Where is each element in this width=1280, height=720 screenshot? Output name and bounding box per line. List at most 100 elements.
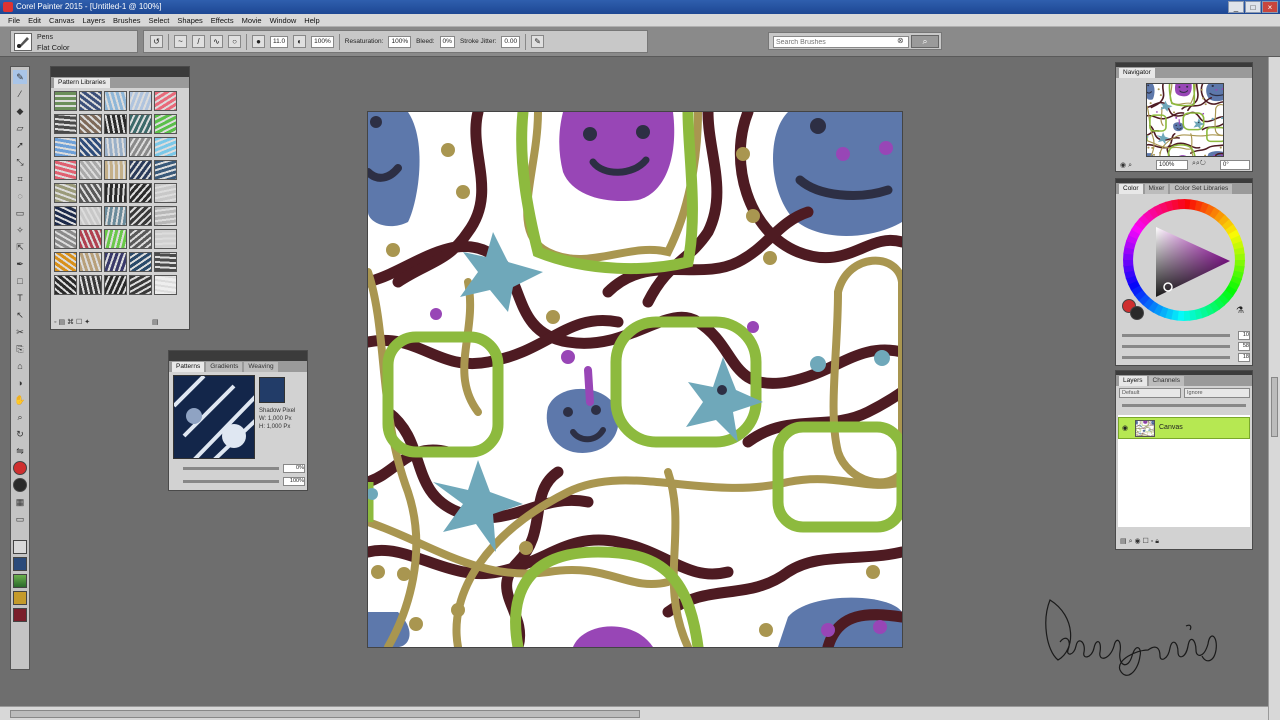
tab-mixer[interactable]: Mixer	[1144, 184, 1169, 194]
pattern-swatch[interactable]	[129, 275, 152, 295]
horizontal-scroll-thumb[interactable]	[10, 710, 640, 718]
hue-slider[interactable]	[1122, 334, 1230, 337]
pattern-swatch[interactable]	[129, 229, 152, 249]
magic-wand-icon[interactable]: ✧	[13, 223, 27, 237]
delete-layer-icon[interactable]: ▫	[1151, 538, 1153, 545]
pattern-swatch[interactable]	[129, 206, 152, 226]
maximize-button[interactable]: □	[1245, 1, 1261, 13]
vertical-scrollbar[interactable]	[1268, 57, 1280, 720]
pattern-swatch[interactable]	[79, 91, 102, 111]
pattern-swatch[interactable]	[79, 183, 102, 203]
menu-brushes[interactable]: Brushes	[109, 16, 145, 25]
pattern-swatch[interactable]	[79, 229, 102, 249]
tab-gradients[interactable]: Gradients	[206, 362, 243, 372]
pattern-swatch[interactable]	[154, 91, 177, 111]
size-field[interactable]: 11.0	[270, 35, 289, 48]
library-menu-icon[interactable]: ◦	[54, 319, 56, 326]
layer-commands-icon[interactable]: ▤	[1120, 538, 1127, 545]
value-value[interactable]: 18	[1238, 353, 1250, 362]
menu-file[interactable]: File	[4, 16, 24, 25]
panel-titlebar[interactable]	[51, 67, 189, 77]
menu-edit[interactable]: Edit	[24, 16, 45, 25]
menu-layers[interactable]: Layers	[78, 16, 109, 25]
enhanced-brush-ghost-icon[interactable]: ○	[228, 35, 241, 48]
pattern-swatch[interactable]	[154, 183, 177, 203]
pattern-scale-value[interactable]: 0%	[283, 464, 305, 473]
pattern-swatch[interactable]	[54, 206, 77, 226]
text-tool-icon[interactable]: T	[13, 291, 27, 305]
tab-channels[interactable]: Channels	[1148, 376, 1184, 386]
dropper-tool-icon[interactable]: ⁄	[13, 87, 27, 101]
pattern-swatch[interactable]	[129, 160, 152, 180]
pattern-swatch[interactable]	[54, 183, 77, 203]
pattern-swatch[interactable]	[154, 137, 177, 157]
menu-movie[interactable]: Movie	[238, 16, 266, 25]
layer-opacity-slider[interactable]	[1122, 404, 1246, 407]
pattern-swatch[interactable]	[79, 252, 102, 272]
hue-value[interactable]: 10	[1238, 331, 1250, 340]
pattern-swatch[interactable]	[154, 206, 177, 226]
pattern-swatch[interactable]	[13, 557, 27, 571]
pattern-swatch[interactable]	[129, 183, 152, 203]
magnifier-tool-icon[interactable]: ⌕	[13, 410, 27, 424]
dynamic-plugins-icon[interactable]: ⌕	[1129, 538, 1133, 545]
close-button[interactable]: ×	[1262, 1, 1278, 13]
layer-row-canvas[interactable]: ◉ Canvas	[1118, 417, 1250, 439]
expand-panel-icon[interactable]: ▤	[152, 319, 159, 326]
pattern-swatch[interactable]	[54, 137, 77, 157]
screen-mode-icon[interactable]: ▭	[13, 512, 27, 526]
search-button[interactable]: ⌕	[911, 35, 939, 48]
secondary-color-swatch[interactable]	[1130, 306, 1144, 320]
navigator-zoom-in-icon[interactable]: ⌕⌕↻	[1192, 160, 1206, 168]
main-color-swatch[interactable]	[13, 461, 27, 475]
brush-search-input[interactable]	[773, 36, 909, 48]
pattern-swatch[interactable]	[79, 114, 102, 134]
pattern-swatch[interactable]	[54, 252, 77, 272]
tab-weaving[interactable]: Weaving	[244, 362, 278, 372]
pattern-swatch[interactable]	[129, 252, 152, 272]
opacity-field[interactable]: 100%	[311, 35, 334, 48]
reset-tool-icon[interactable]: ↺	[150, 35, 163, 48]
transform-tool-icon[interactable]: ⤡	[13, 155, 27, 169]
navigator-angle-field[interactable]: 0°	[1220, 160, 1250, 170]
tab-color[interactable]: Color	[1119, 184, 1143, 194]
brush-tool-icon[interactable]: ✎	[13, 70, 27, 84]
pattern-swatch[interactable]	[54, 91, 77, 111]
pattern-swatch[interactable]	[54, 275, 77, 295]
pattern-swatch[interactable]	[154, 252, 177, 272]
layer-adjuster-icon[interactable]: ➚	[13, 138, 27, 152]
navigator-settings-icon[interactable]: ◉	[1120, 162, 1126, 169]
stroke-jitter-field[interactable]: 0.00	[501, 35, 521, 48]
pattern-offset-slider[interactable]	[183, 480, 279, 483]
rotate-page-icon[interactable]: ↻	[13, 427, 27, 441]
pattern-swatch[interactable]	[104, 252, 127, 272]
bleed-field[interactable]: 0%	[439, 35, 455, 48]
paper-swatch[interactable]	[13, 540, 27, 554]
menu-select[interactable]: Select	[145, 16, 174, 25]
shape-selection-icon[interactable]: ↖	[13, 308, 27, 322]
delete-pattern-icon[interactable]: ✦	[84, 319, 90, 326]
grabber-tool-icon[interactable]: ✋	[13, 393, 27, 407]
freehand-stroke-icon[interactable]: ~	[174, 35, 187, 48]
menu-canvas[interactable]: Canvas	[45, 16, 78, 25]
pattern-swatch[interactable]	[79, 137, 102, 157]
pen-tool-icon[interactable]: ✒	[13, 257, 27, 271]
weaving-swatch[interactable]	[13, 591, 27, 605]
navigator-thumbnail[interactable]	[1146, 83, 1224, 157]
pattern-swatch[interactable]	[104, 137, 127, 157]
tab-layers[interactable]: Layers	[1119, 376, 1147, 386]
saturation-slider[interactable]	[1122, 345, 1230, 348]
pattern-swatch[interactable]	[104, 206, 127, 226]
dodge-tool-icon[interactable]: ◑	[13, 376, 27, 390]
tab-patterns[interactable]: Patterns	[172, 362, 205, 372]
pattern-swatch[interactable]	[79, 160, 102, 180]
crop-tool-icon[interactable]: ⌗	[13, 172, 27, 186]
scissors-tool-icon[interactable]: ✂	[13, 325, 27, 339]
pattern-swatch[interactable]	[54, 229, 77, 249]
composite-method-select[interactable]: Default	[1119, 388, 1181, 398]
brush-selector[interactable]: Pens Flat Color	[10, 30, 138, 53]
create-layer-mask-icon[interactable]: ◉	[1134, 538, 1140, 545]
paper-selector-icon[interactable]: ▦	[13, 495, 27, 509]
panel-titlebar[interactable]	[169, 351, 307, 361]
resaturation-field[interactable]: 100%	[388, 35, 412, 48]
